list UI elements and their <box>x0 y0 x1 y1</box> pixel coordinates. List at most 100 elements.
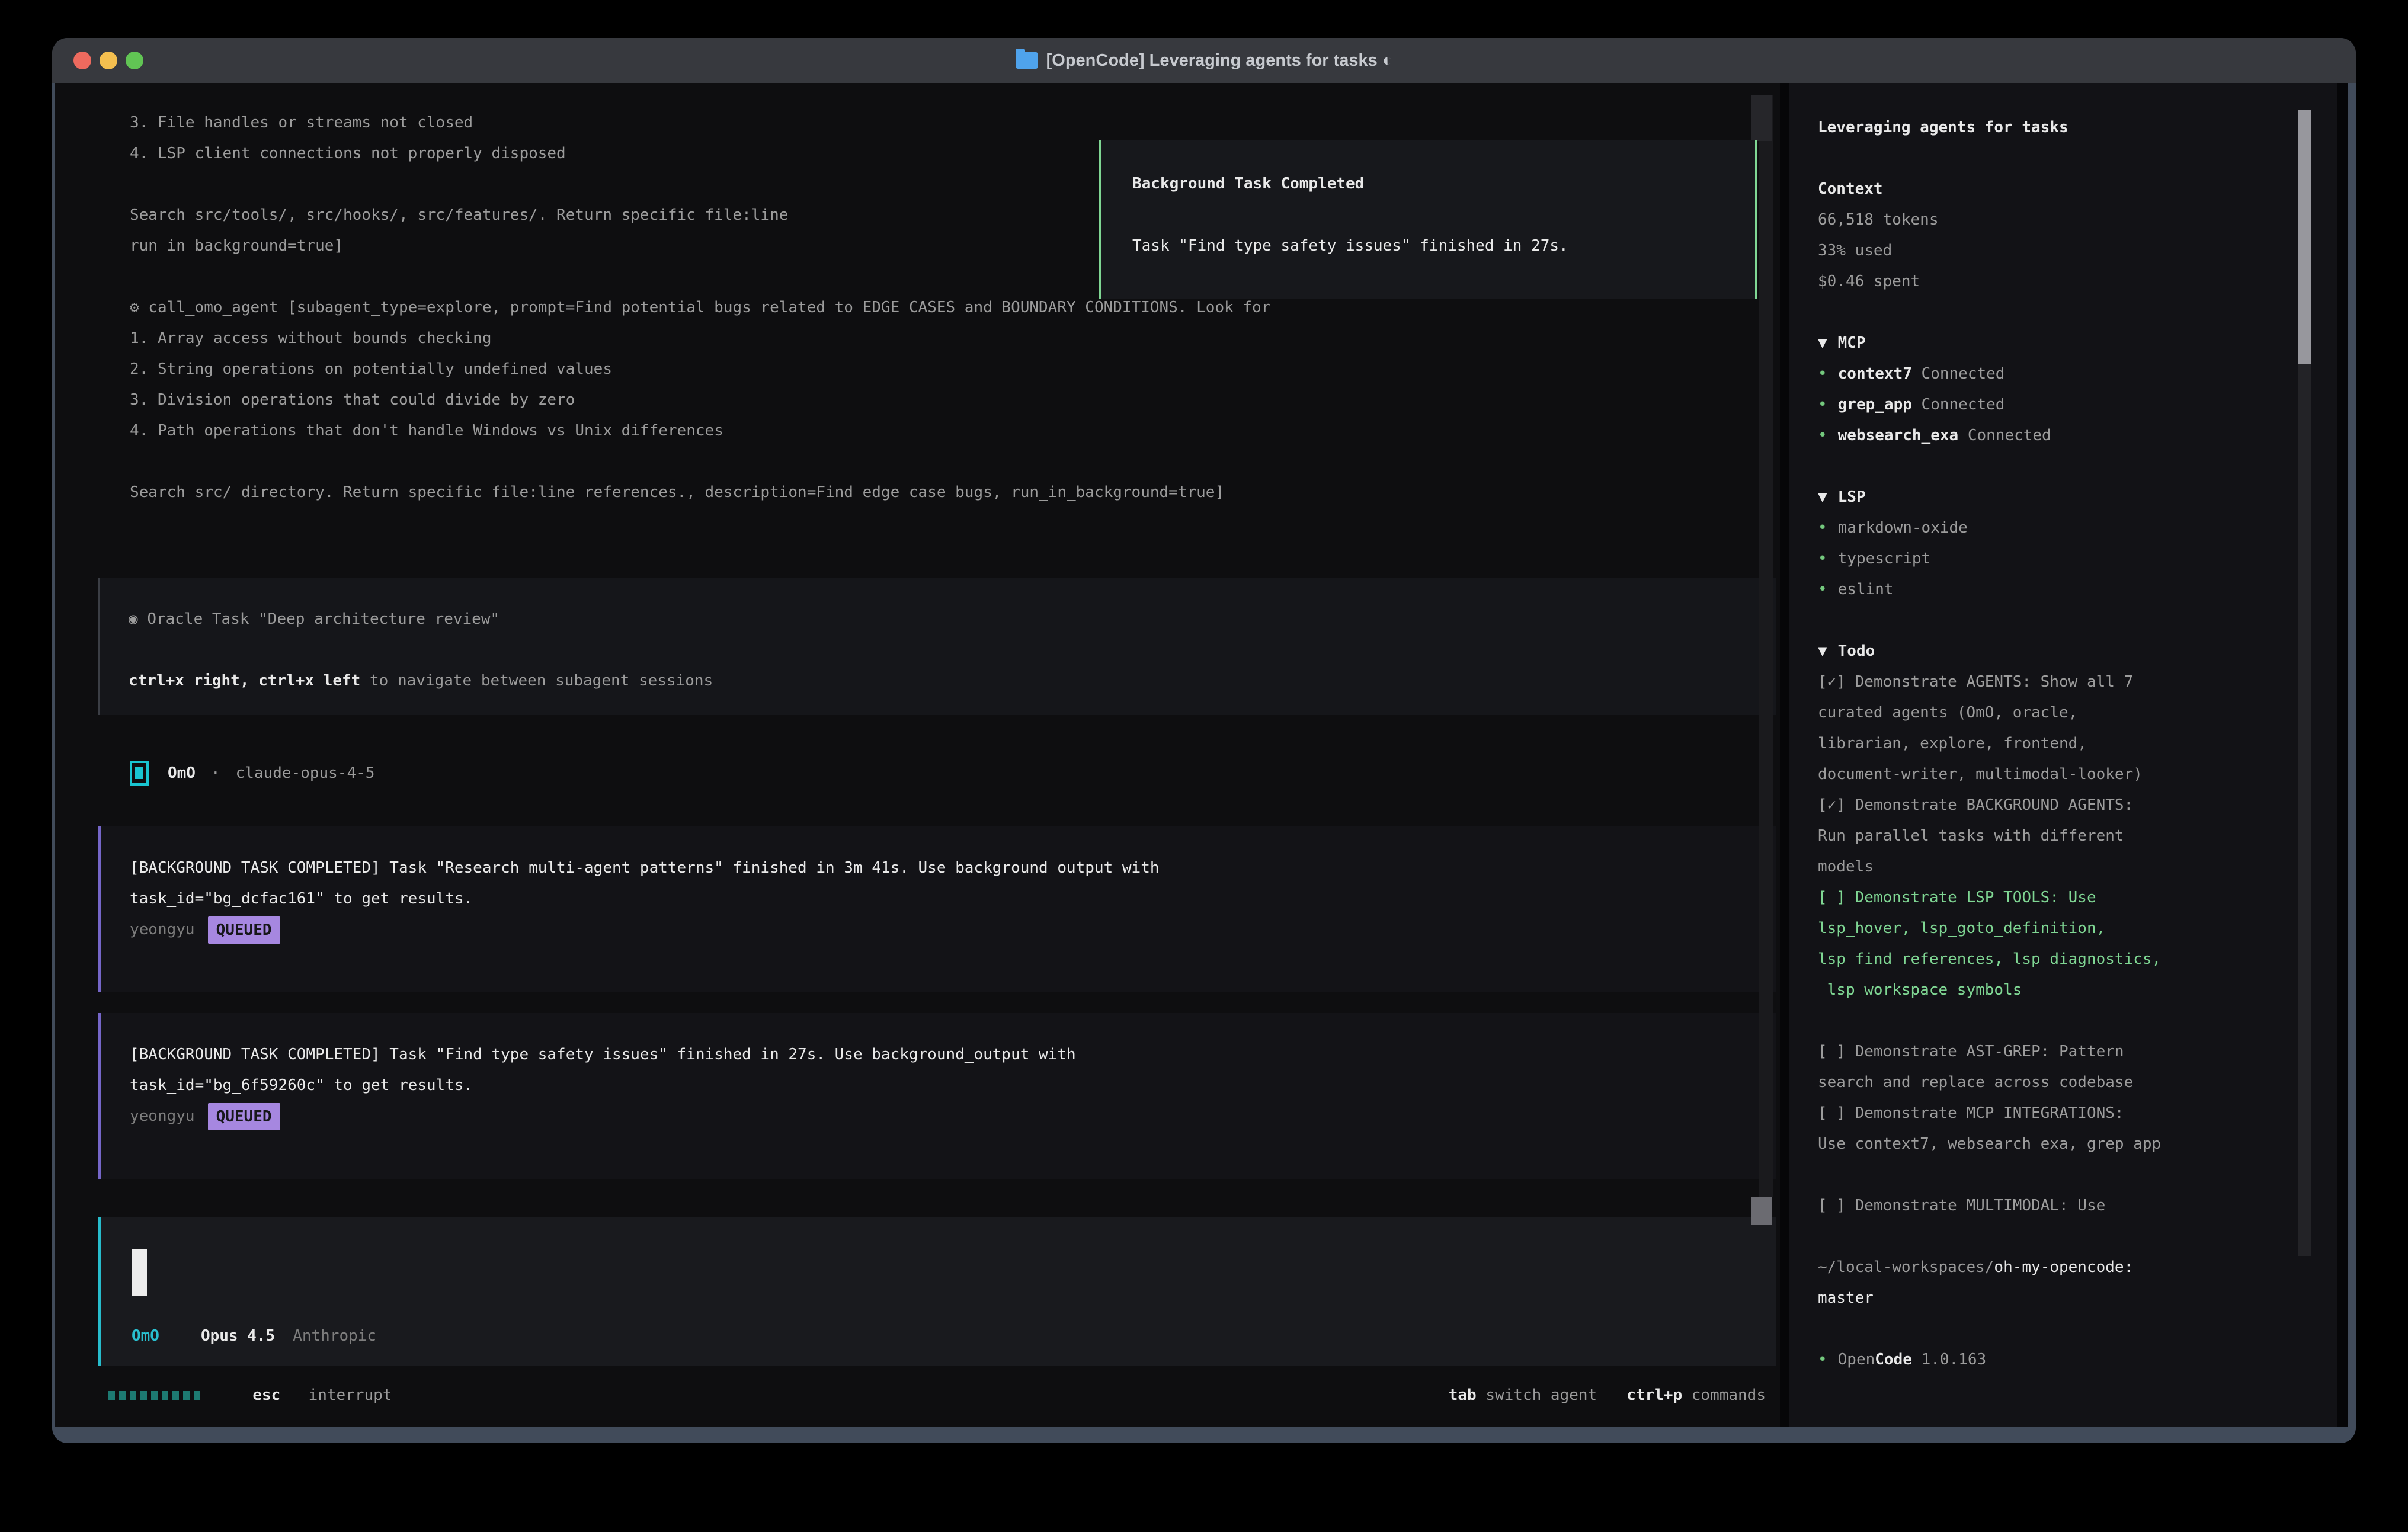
tool-call-item: 1. Array access without bounds checking <box>130 323 1756 354</box>
input-agent-name: OmO <box>132 1327 159 1345</box>
session-title: Leveraging agents for tasks <box>1818 112 2295 143</box>
blank-line <box>130 446 1756 477</box>
ctrlp-key-label: commands <box>1692 1386 1766 1404</box>
agent-name: OmO <box>168 764 196 782</box>
folder-icon <box>1016 52 1038 69</box>
todo-line-done: [✓] Demonstrate AGENTS: Show all 7 <box>1818 666 2295 697</box>
blank-line <box>1818 1221 2295 1252</box>
tool-call-item: 4. Path operations that don't handle Win… <box>130 415 1756 446</box>
tool-call-item: 2. String operations on potentially unde… <box>130 354 1756 384</box>
chevron-down-icon: ▼ <box>1818 488 1827 506</box>
todo-line-pending: [ ] Demonstrate MULTIMODAL: Use <box>1818 1190 2295 1221</box>
ctrlp-key-hint: ctrl+p <box>1626 1386 1682 1404</box>
oracle-title: Oracle Task "Deep architecture review" <box>147 610 499 628</box>
lsp-item: • eslint <box>1818 574 2295 605</box>
fisheye-icon: ◉ <box>129 610 138 628</box>
version-line: •OpenCode 1.0.163 <box>1818 1344 2295 1375</box>
context-spent: $0.46 spent <box>1818 266 2295 297</box>
todo-section-header[interactable]: ▼ Todo <box>1818 636 2295 666</box>
main-scrollbar-track[interactable] <box>1759 95 1773 1197</box>
activity-dot <box>151 1391 158 1400</box>
input-provider: Anthropic <box>293 1327 376 1345</box>
status-dot-icon: • <box>1818 396 1827 414</box>
toast-title: Background Task Completed <box>1132 168 1364 199</box>
traffic-lights <box>73 52 143 69</box>
window-title: [OpenCode] Leveraging agents for tasks ◐ <box>1046 51 1393 70</box>
prompt-input[interactable]: OmOOpus 4.5Anthropic <box>98 1217 1776 1366</box>
lsp-section-header[interactable]: ▼ LSP <box>1818 482 2295 512</box>
todo-line-active: lsp_find_references, lsp_diagnostics, <box>1818 944 2295 975</box>
main-scrollbar-thumb[interactable] <box>1751 1197 1772 1225</box>
tool-call-footer: Search src/ directory. Return specific f… <box>130 477 1756 508</box>
session-sidebar: Leveraging agents for tasks Context 66,5… <box>1789 83 2337 1427</box>
tab-key-hint: tab <box>1449 1386 1477 1404</box>
background-task-toast: Background Task Completed Task "Find typ… <box>1099 140 1757 299</box>
status-dot-icon: • <box>1818 581 1827 598</box>
window-titlebar[interactable]: [OpenCode] Leveraging agents for tasks ◐ <box>52 38 2356 83</box>
sidebar-content: Leveraging agents for tasks Context 66,5… <box>1818 112 2295 1375</box>
scrollback-line: 3. File handles or streams not closed <box>130 107 1756 138</box>
lsp-name: markdown-oxide <box>1838 519 1968 537</box>
esc-key-label: interrupt <box>309 1386 392 1404</box>
blank-line <box>1818 1313 2295 1344</box>
background-task-block: [BACKGROUND TASK COMPLETED] Task "Find t… <box>98 1013 1776 1179</box>
app-name-dim: Open <box>1838 1351 1875 1368</box>
zoom-window-button[interactable] <box>126 52 143 69</box>
agent-header: OmO · claude-opus-4-5 <box>130 758 374 789</box>
blank-line <box>1818 451 2295 482</box>
gear-icon: ⚙ <box>130 299 139 316</box>
blank-line <box>129 634 1776 665</box>
chevron-down-icon: ▼ <box>1818 334 1827 352</box>
todo-line-pending: [ ] Demonstrate AST-GREP: Pattern <box>1818 1036 2295 1067</box>
minimize-window-button[interactable] <box>100 52 117 69</box>
mcp-item: • websearch_exa Connected <box>1818 420 2295 451</box>
context-heading: Context <box>1818 174 2295 204</box>
mcp-section-header[interactable]: ▼ MCP <box>1818 328 2295 358</box>
context-used: 33% used <box>1818 235 2295 266</box>
workspace-path-name: oh-my-opencode: <box>1994 1258 2133 1276</box>
task-user: yeongyu <box>130 1107 195 1125</box>
lsp-name: eslint <box>1838 581 1894 598</box>
activity-dot <box>183 1391 190 1400</box>
close-window-button[interactable] <box>73 52 91 69</box>
tool-call-text: call_omo_agent [subagent_type=explore, p… <box>148 299 1270 316</box>
window-title-group: [OpenCode] Leveraging agents for tasks ◐ <box>1016 51 1393 70</box>
mcp-name: websearch_exa <box>1838 427 1959 444</box>
lsp-heading: LSP <box>1838 488 1866 506</box>
activity-dot <box>130 1391 136 1400</box>
toast-body: Task "Find type safety issues" finished … <box>1132 230 1568 261</box>
todo-heading: Todo <box>1838 642 1875 660</box>
activity-dot <box>194 1391 200 1400</box>
mcp-status: Connected <box>1922 365 2005 383</box>
chevron-down-icon: ▼ <box>1818 642 1827 660</box>
todo-line-active: [ ] Demonstrate LSP TOOLS: Use <box>1818 882 2295 913</box>
activity-dot <box>162 1391 168 1400</box>
task-meta-line: yeongyuQUEUED <box>130 914 1776 945</box>
lsp-name: typescript <box>1838 550 1931 568</box>
status-dot-icon: • <box>1818 427 1827 444</box>
separator-dot: · <box>211 764 220 782</box>
activity-dot <box>108 1391 115 1400</box>
sidebar-scrollbar-thumb[interactable] <box>2298 110 2311 364</box>
app-version: 1.0.163 <box>1922 1351 1987 1368</box>
lsp-item: •typescript <box>1818 543 2295 574</box>
blank-line <box>1818 1159 2295 1190</box>
oracle-hint-text: to navigate between subagent sessions <box>360 672 713 690</box>
blank-line <box>1818 143 2295 174</box>
main-scrollbar-segment[interactable] <box>1751 95 1772 141</box>
todo-line-done: [✓] Demonstrate BACKGROUND AGENTS: <box>1818 790 2295 821</box>
oracle-hint-line: ctrl+x right, ctrl+x left to navigate be… <box>129 665 1776 696</box>
oracle-hint-keys: ctrl+x right, ctrl+x left <box>129 672 360 690</box>
context-tokens: 66,518 tokens <box>1818 204 2295 235</box>
todo-line-pending: Use context7, websearch_exa, grep_app <box>1818 1129 2295 1159</box>
todo-line-active: lsp_workspace_symbols <box>1818 975 2295 1005</box>
status-bar: esc interrupt tab switch agentctrl+p com… <box>108 1380 1766 1411</box>
workspace-path-dim: ~/local-workspaces/ <box>1818 1258 1994 1276</box>
todo-line-pending: search and replace across codebase <box>1818 1067 2295 1098</box>
mcp-status: Connected <box>1968 427 2051 444</box>
todo-line-done: models <box>1818 851 2295 882</box>
mcp-item: •grep_app Connected <box>1818 389 2295 420</box>
conversation-panel[interactable]: 3. File handles or streams not closed 4.… <box>55 83 1780 1427</box>
mcp-heading: MCP <box>1838 334 1866 352</box>
activity-dot <box>140 1391 147 1400</box>
